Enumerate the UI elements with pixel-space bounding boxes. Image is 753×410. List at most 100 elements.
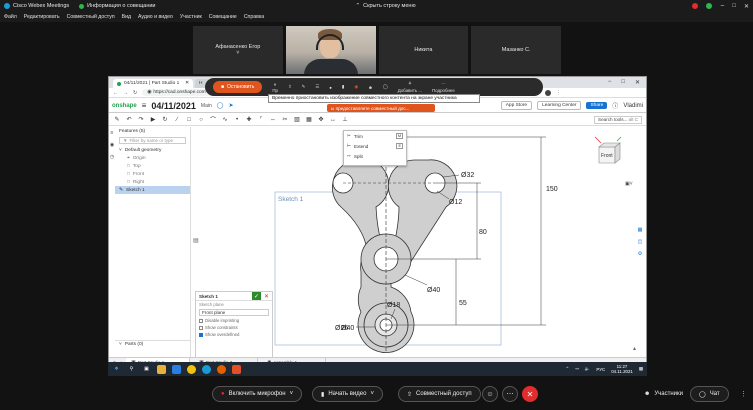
dim-label-d12[interactable]: Ø12 [449,199,462,206]
add-participant-button[interactable]: ⚘ Добавить ... [398,81,422,93]
parts-header[interactable]: ˅ Parts (0) [115,340,190,348]
video-button[interactable]: ▮ [342,84,344,90]
dim-label-d40[interactable]: Ø40 [427,287,440,294]
menu-view[interactable]: Вид [122,14,131,20]
app-store-button[interactable]: App Store [500,101,533,110]
hamburger-icon[interactable]: ≡ [142,101,147,110]
reload-icon[interactable]: ↻ [133,90,137,96]
document-title[interactable]: 04/11/2021 [151,101,196,111]
learning-center-button[interactable]: Learning Center [537,101,582,110]
chrome-icon[interactable] [187,364,196,374]
point-icon[interactable]: • [233,116,241,124]
mate-icon[interactable]: ⚙ [638,251,642,257]
features-icon[interactable]: ≡ [111,130,114,136]
participants-panel-button[interactable]: ☻ Участники [636,386,691,402]
more-panels-icon[interactable]: ⋮ [740,390,747,398]
browser-tab-active[interactable]: 04/11/2021 | Part Studio 1 ✕ [113,79,193,88]
select-icon[interactable]: ▶ [149,116,157,124]
branch-label[interactable]: Main [201,103,212,109]
menu-item-extend[interactable]: ⊢ Extend E [344,141,406,151]
close-button[interactable]: ✕ [744,3,749,10]
onshape-logo[interactable]: onshape [112,103,137,109]
transform-icon[interactable]: ✥ [317,116,325,124]
panel-toggle-icon[interactable]: ▤ [193,237,199,244]
participant-tile[interactable]: Никита [378,26,469,74]
rectangle-icon[interactable]: □ [185,116,193,124]
menu-item-trim[interactable]: ✂ Trim M [344,131,406,141]
win-close-button[interactable]: ✕ [635,79,640,86]
menu-help[interactable]: Справка [244,14,264,20]
unmute-button[interactable]: ● Включить микрофон ˅ [212,386,303,402]
disable-imprinting-checkbox[interactable]: Disable imprinting [196,317,272,324]
trim-icon[interactable]: ✂ [281,116,289,124]
history-icon[interactable]: ◷ [110,154,114,160]
microphone-button[interactable]: ● [329,85,332,90]
minimize-button[interactable]: − [720,3,724,10]
view-cube[interactable]: Front [591,135,625,171]
comments-icon[interactable]: ◉ [110,142,114,148]
circle-icon[interactable]: ○ [197,116,205,124]
dim-label-d18[interactable]: Ø18 [387,302,400,309]
menu-share[interactable]: Совместный доступ [67,14,115,20]
menu-file[interactable]: Файл [4,14,17,20]
start-video-button[interactable]: ▮ Начать видео ˅ [312,386,383,402]
dimension-icon[interactable]: ↔ [329,116,337,124]
win-maximize-button[interactable]: □ [621,79,625,86]
measure-icon[interactable]: ◫ [638,239,643,245]
menu-audio-video[interactable]: Аудио и видео [138,14,173,20]
spline-icon[interactable]: ∿ [221,116,229,124]
notifications-icon[interactable]: ▩ [639,366,643,372]
win-minimize-button[interactable]: − [608,79,612,86]
chat-panel-button[interactable]: ◯ Чат [690,386,729,402]
more-options-button[interactable]: ⋯ [502,386,518,402]
sketch-plane-field[interactable]: Front plane [199,309,269,316]
feature-item-sketch[interactable]: ✎ Sketch 1 [115,186,190,194]
reactions-button[interactable]: ☺ [482,386,498,402]
explorer-icon[interactable] [157,364,166,374]
recording-icon[interactable] [692,3,699,9]
dim-label-d32[interactable]: Ø32 [461,172,474,179]
branch-icon[interactable]: ◯ [217,102,224,109]
rotate-icon[interactable]: ↻ [161,116,169,124]
clock[interactable]: 11:27 04.11.2021 [611,364,633,374]
pin-icon[interactable]: ➤ [228,102,233,109]
volume-icon[interactable]: 🔈 [585,366,590,372]
participant-tile[interactable]: Афанасенко Егор ˅ [193,26,283,74]
dim-label-d40b[interactable]: Ø40 [341,325,354,332]
collapse-icon[interactable]: ▴ [633,345,636,352]
maximize-button[interactable]: □ [732,3,736,9]
search-icon[interactable]: ⚲ [127,365,136,374]
feature-item-front[interactable]: □ Front [115,170,190,178]
app-icon[interactable] [232,364,241,374]
menu-edit[interactable]: Редактировать [24,14,60,20]
mirror-icon[interactable]: ▧ [293,116,301,124]
feature-item-origin[interactable]: ⌖ Origin [115,154,190,162]
feature-item-top[interactable]: □ Top [115,162,190,170]
connection-icon[interactable] [706,3,713,9]
language-indicator[interactable]: РУС [596,367,605,372]
close-tab-icon[interactable]: ✕ [185,81,189,86]
end-call-button[interactable]: ✕ [522,386,538,402]
construction-icon[interactable]: ✚ [245,116,253,124]
arc-icon[interactable]: ⌒ [209,116,217,124]
share-content-button[interactable]: ⇧ [288,84,292,90]
appearance-icon[interactable]: ▦ [638,227,643,233]
meeting-info-button[interactable]: Информация о совещании [79,3,156,9]
offset-icon[interactable]: ⇔ [269,116,277,124]
task-view-icon[interactable]: ▣ [142,365,151,374]
cancel-button[interactable]: ✕ [264,293,269,300]
confirm-button[interactable]: ✓ [251,292,261,300]
control-button[interactable]: ☰ [315,84,319,90]
search-tools-input[interactable]: Search tools... alt C [594,115,642,124]
dim-label-80[interactable]: 80 [479,229,487,236]
back-icon[interactable]: ← [113,90,118,96]
feature-filter-input[interactable]: ▼ Filter by name or type [119,137,186,144]
fillet-icon[interactable]: ⌜ [257,116,265,124]
more-button[interactable]: ⋯ Подробнее [432,81,455,93]
menu-item-split[interactable]: ∾ Split [344,151,406,161]
forward-icon[interactable]: → [123,90,128,96]
share-button[interactable]: ⇧ Совместный доступ [398,386,481,402]
redo-icon[interactable]: ↷ [137,116,145,124]
menu-participant[interactable]: Участник [180,14,202,20]
store-icon[interactable] [172,364,181,374]
